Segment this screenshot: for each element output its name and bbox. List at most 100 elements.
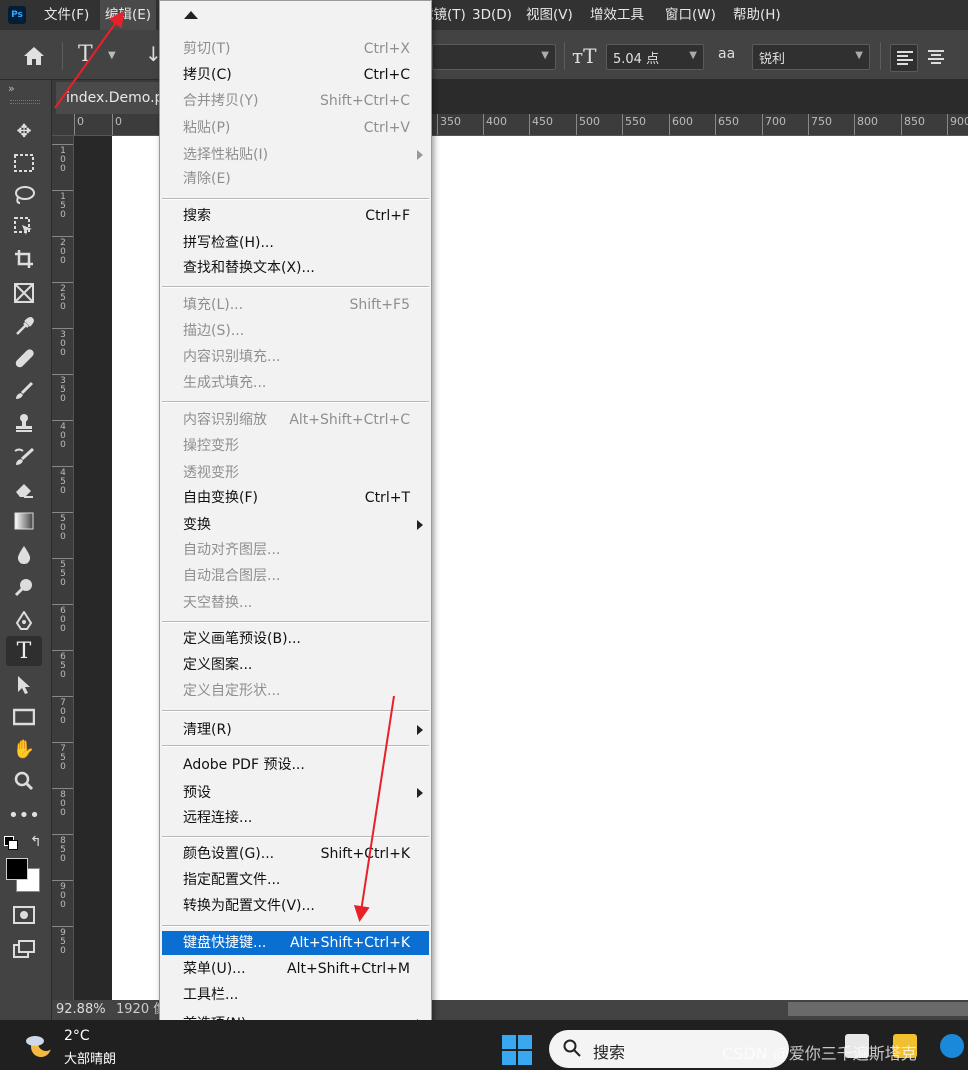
clone-stamp-icon[interactable]	[6, 408, 42, 438]
frame-tool-icon[interactable]	[6, 278, 42, 308]
menu-item-label: 变换	[183, 517, 211, 533]
type-tool-icon[interactable]: T	[6, 636, 42, 666]
edit-menu-item[interactable]: 内容识别填充...	[162, 345, 429, 369]
edit-menu-item[interactable]: 工具栏...	[162, 983, 429, 1007]
gradient-tool-icon[interactable]	[6, 506, 42, 536]
edit-menu-item[interactable]: 天空替换...	[162, 591, 429, 615]
ruler-tick: 9 5 0	[52, 926, 73, 956]
dodge-tool-icon[interactable]	[6, 572, 42, 602]
eyedropper-tool-icon[interactable]	[6, 312, 42, 342]
edit-menu-item[interactable]: 拷贝(C) Ctrl+C	[162, 63, 429, 87]
edit-menu-item[interactable]: 生成式填充...	[162, 371, 429, 395]
zoom-tool-icon[interactable]	[6, 766, 42, 796]
edit-menu-item[interactable]: Adobe PDF 预设...	[162, 753, 429, 777]
edit-menu-item[interactable]: 颜色设置(G)... Shift+Ctrl+K	[162, 842, 429, 866]
home-icon[interactable]	[22, 45, 46, 67]
edit-menu-item[interactable]: 自动混合图层...	[162, 564, 429, 588]
align-center-button[interactable]	[922, 44, 950, 72]
more-tools-icon[interactable]: •••	[6, 800, 42, 830]
marquee-tool-icon[interactable]	[6, 148, 42, 178]
align-left-button[interactable]	[890, 44, 918, 72]
edit-menu-item[interactable]: 操控变形	[162, 434, 429, 458]
edit-menu-item[interactable]: 指定配置文件...	[162, 868, 429, 892]
menu-item-shortcut: Shift+F5	[349, 297, 410, 313]
blur-tool-icon[interactable]	[6, 540, 42, 570]
brush-tool-icon[interactable]	[6, 376, 42, 406]
edit-menu-item[interactable]: 键盘快捷键... Alt+Shift+Ctrl+K	[162, 931, 429, 955]
edit-menu-item[interactable]: 填充(L)... Shift+F5	[162, 293, 429, 317]
edit-menu-item[interactable]: 选择性粘贴(I)	[162, 143, 429, 167]
weather-description[interactable]: 大部晴朗	[64, 1048, 116, 1067]
font-size-field[interactable]: 5.04 点 ▼	[606, 44, 704, 70]
edit-menu-item[interactable]: 合并拷贝(Y) Shift+Ctrl+C	[162, 89, 429, 113]
windows-start-icon[interactable]	[502, 1035, 532, 1065]
ruler-tick: 650	[715, 114, 739, 135]
eraser-tool-icon[interactable]	[6, 474, 42, 504]
horizontal-scrollbar[interactable]	[788, 1002, 968, 1016]
quick-mask-icon[interactable]	[6, 900, 42, 930]
menu-help[interactable]: 帮助(H)	[728, 0, 786, 30]
chevron-down-icon[interactable]: ▼	[108, 50, 116, 61]
menu-view[interactable]: 视图(V)	[521, 0, 578, 30]
edit-menu-item[interactable]: 自动对齐图层...	[162, 538, 429, 562]
zoom-level[interactable]: 92.88%	[56, 1000, 106, 1020]
foreground-background-color[interactable]	[6, 858, 40, 892]
options-separator	[880, 42, 881, 70]
edit-menu-item[interactable]: 粘贴(P) Ctrl+V	[162, 116, 429, 140]
lasso-tool-icon[interactable]	[6, 180, 42, 210]
path-select-icon[interactable]	[6, 670, 42, 700]
edit-menu-item[interactable]: 内容识别缩放 Alt+Shift+Ctrl+C	[162, 408, 429, 432]
edit-menu-item[interactable]: 定义自定形状...	[162, 679, 429, 703]
crop-tool-icon[interactable]	[6, 244, 42, 274]
edit-menu-item[interactable]: 变换	[162, 513, 429, 537]
screen-mode-icon[interactable]	[6, 934, 42, 964]
edit-menu-item[interactable]: 清理(R)	[162, 718, 429, 742]
edit-menu-item[interactable]: 远程连接...	[162, 806, 429, 830]
edit-menu-item[interactable]: 菜单(U)... Alt+Shift+Ctrl+M	[162, 957, 429, 981]
healing-brush-icon[interactable]	[6, 344, 42, 374]
edit-menu-item[interactable]: 转换为配置文件(V)...	[162, 894, 429, 918]
menu-item-label: 自动对齐图层...	[183, 542, 281, 558]
menu-edit[interactable]: 编辑(E)	[100, 0, 157, 30]
edit-menu-item[interactable]: 搜索 Ctrl+F	[162, 204, 429, 228]
edge-browser-icon[interactable]	[940, 1034, 964, 1058]
edit-menu-item[interactable]: 定义画笔预设(B)...	[162, 627, 429, 651]
hand-tool-icon[interactable]: ✋	[6, 734, 42, 764]
menu-item-label: 拷贝(C)	[183, 67, 232, 83]
menu-item-label: 定义自定形状...	[183, 683, 281, 699]
edit-menu-item[interactable]: 清除(E)	[162, 167, 429, 191]
menu-separator	[162, 836, 429, 838]
menu-window[interactable]: 窗口(W)	[660, 0, 721, 30]
menu-file[interactable]: 文件(F)	[39, 0, 94, 30]
color-swatches-icon[interactable]: ↰	[4, 834, 44, 854]
edit-menu-item[interactable]: 自由变换(F) Ctrl+T	[162, 486, 429, 510]
edit-menu-item[interactable]: 剪切(T) Ctrl+X	[162, 37, 429, 61]
edit-menu-item[interactable]: 预设	[162, 781, 429, 805]
menu-separator	[162, 401, 429, 403]
menu-plugins[interactable]: 增效工具	[585, 0, 649, 30]
menu-3d[interactable]: 3D(D)	[467, 0, 517, 30]
menu-item-label: 转换为配置文件(V)...	[183, 898, 315, 914]
rectangle-tool-icon[interactable]	[6, 702, 42, 732]
ruler-tick: 7 0 0	[52, 696, 73, 726]
collapse-panel-icon[interactable]: »	[0, 80, 51, 100]
weather-moon-cloud-icon[interactable]	[24, 1033, 54, 1059]
object-select-tool-icon[interactable]	[6, 212, 42, 242]
type-tool-preset-icon[interactable]: T	[78, 42, 93, 67]
edit-menu-item[interactable]: 查找和替换文本(X)...	[162, 256, 429, 280]
move-tool-icon[interactable]: ✥	[6, 116, 42, 146]
temperature[interactable]: 2°C	[64, 1028, 90, 1044]
menu-item-label: 远程连接...	[183, 810, 253, 826]
document-tab[interactable]: index.Demo.ps	[56, 82, 168, 114]
ruler-tick: 7 5 0	[52, 742, 73, 772]
edit-menu-item[interactable]: 描边(S)...	[162, 319, 429, 343]
pen-tool-icon[interactable]	[6, 606, 42, 636]
edit-menu-item[interactable]: 定义图案...	[162, 653, 429, 677]
panel-grip[interactable]	[10, 100, 40, 104]
history-brush-icon[interactable]	[6, 442, 42, 472]
antialias-select[interactable]: 锐利 ▼	[752, 44, 870, 70]
edit-menu-item[interactable]: 拼写检查(H)...	[162, 231, 429, 255]
font-style-select[interactable]: ▼	[432, 44, 556, 70]
edit-menu-item[interactable]: 透视变形	[162, 461, 429, 485]
scroll-up-arrow-icon[interactable]	[184, 11, 198, 19]
